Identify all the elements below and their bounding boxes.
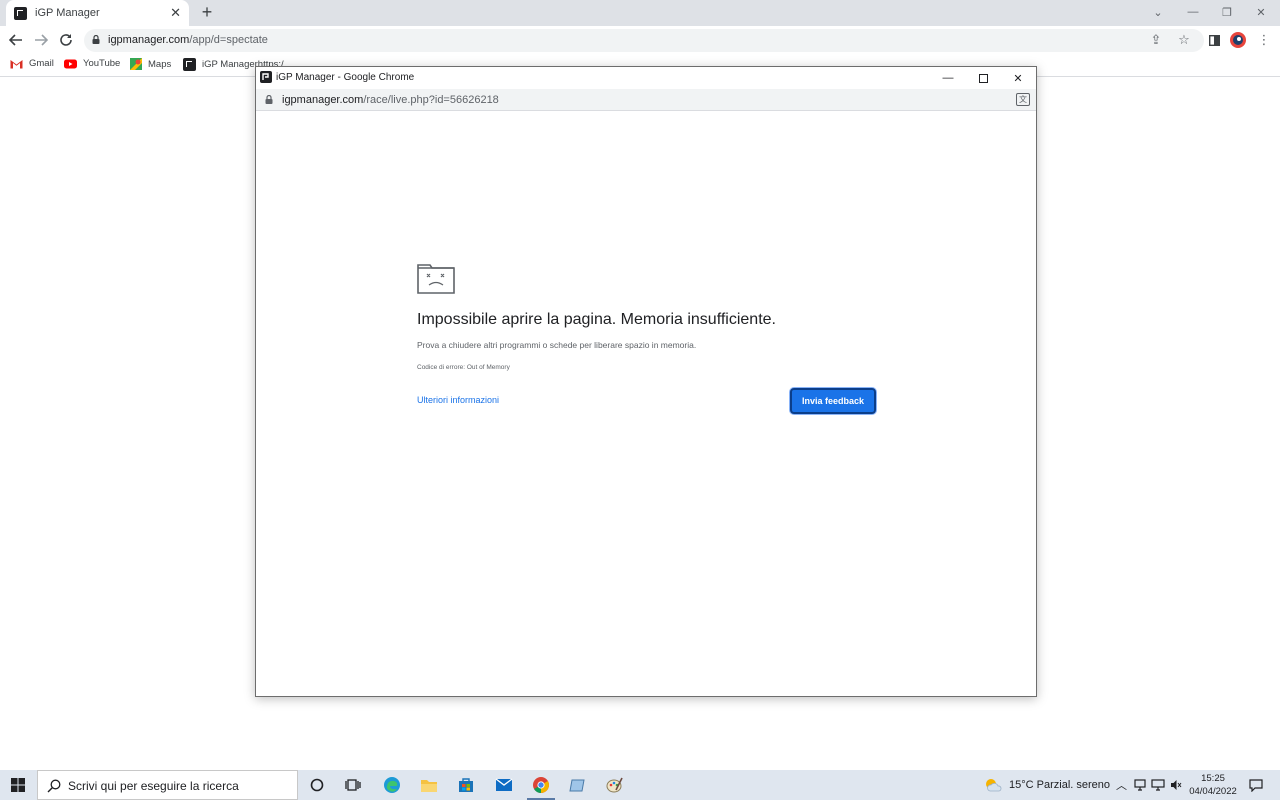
task-view-icon — [345, 779, 361, 791]
lock-icon — [92, 35, 100, 44]
address-url: igpmanager.com/app/d=spectate — [108, 34, 268, 46]
browser-toolbar: igpmanager.com/app/d=spectate ⇪ ☆ ⋮ — [0, 26, 1280, 54]
arrow-left-icon — [9, 34, 22, 46]
notepad-icon — [569, 779, 585, 792]
weather-widget[interactable]: 15°C Parzial. sereno — [984, 770, 1110, 800]
tab-close-icon[interactable]: ✕ — [170, 5, 181, 21]
search-placeholder: Scrivi qui per eseguire la ricerca — [68, 779, 239, 793]
youtube-icon — [64, 59, 77, 68]
paint-app[interactable] — [597, 770, 633, 800]
task-view-button[interactable] — [335, 770, 371, 800]
clock-time: 15:25 — [1201, 773, 1225, 784]
volume-muted-icon — [1171, 780, 1182, 790]
error-code: Codice di errore: Out of Memory — [417, 364, 510, 371]
clock-date: 04/04/2022 — [1189, 786, 1237, 797]
partly-sunny-icon — [986, 779, 1002, 792]
send-feedback-button[interactable]: Invia feedback — [790, 388, 876, 414]
minimize-button[interactable]: — — [1176, 0, 1210, 24]
notifications-button[interactable] — [1249, 770, 1263, 800]
popup-titlebar[interactable]: iGP Manager - Google Chrome — ✕ — [256, 67, 1036, 89]
bookmark-label: Gmail — [29, 58, 54, 69]
mail-icon — [495, 778, 513, 791]
reload-icon — [60, 34, 72, 46]
mail-app[interactable] — [486, 770, 522, 800]
restore-button[interactable]: ❐ — [1210, 0, 1244, 24]
chrome-icon — [533, 777, 549, 793]
chevron-up-icon: ︿ — [1116, 780, 1127, 792]
close-window-button[interactable]: ✕ — [1244, 0, 1278, 24]
new-tab-button[interactable]: + — [199, 2, 215, 22]
avatar-icon — [1230, 32, 1246, 48]
store-app[interactable] — [448, 770, 484, 800]
share-icon[interactable]: ⇪ — [1147, 31, 1165, 49]
browser-tab-igp[interactable]: iGP Manager ✕ — [6, 0, 189, 26]
maximize-icon — [978, 73, 988, 83]
profile-avatar[interactable] — [1229, 31, 1247, 49]
tab-title: iGP Manager — [35, 7, 100, 19]
taskbar-search-input[interactable]: Scrivi qui per eseguire la ricerca — [37, 770, 298, 800]
bookmark-maps[interactable]: Maps — [130, 58, 171, 70]
monitor-icon — [1134, 779, 1146, 791]
side-panel-icon[interactable] — [1205, 31, 1223, 49]
popup-close-button[interactable]: ✕ — [1003, 70, 1033, 86]
maps-icon — [130, 58, 142, 70]
show-hidden-icons-button[interactable]: ︿ — [1116, 770, 1127, 800]
back-button[interactable] — [6, 30, 26, 50]
store-icon — [459, 778, 473, 792]
translate-icon[interactable]: 文 — [1016, 93, 1030, 106]
popup-window: iGP Manager - Google Chrome — ✕ igpmanag… — [255, 66, 1037, 697]
taskbar-clock[interactable]: 15:25 04/04/2022 — [1187, 772, 1239, 798]
igp-favicon-icon — [14, 6, 27, 20]
windows-taskbar: Scrivi qui per eseguire la ricerca 15°C … — [0, 770, 1280, 800]
volume-button[interactable] — [1170, 770, 1182, 800]
popup-title: iGP Manager - Google Chrome — [276, 72, 415, 83]
popup-url: igpmanager.com/race/live.php?id=56626218 — [282, 94, 499, 106]
url-path: /app/d=spectate — [189, 34, 268, 46]
popup-minimize-button[interactable]: — — [933, 70, 963, 86]
bookmark-youtube[interactable]: YouTube — [64, 58, 120, 69]
edge-app[interactable] — [374, 770, 410, 800]
bookmark-star-icon[interactable]: ☆ — [1175, 31, 1193, 49]
notepad-app[interactable] — [560, 770, 596, 800]
cortana-icon — [310, 778, 324, 792]
error-description: Prova a chiudere altri programmi o sched… — [417, 340, 697, 350]
forward-button[interactable] — [31, 30, 51, 50]
edge-icon — [384, 777, 400, 793]
paint-icon — [606, 777, 623, 793]
popup-url-path: /race/live.php?id=56626218 — [363, 94, 499, 106]
more-info-link[interactable]: Ulteriori informazioni — [417, 395, 499, 405]
network-icon — [1151, 779, 1165, 791]
popup-maximize-button[interactable] — [968, 70, 998, 86]
sad-tab-icon — [417, 264, 455, 294]
popup-url-host: igpmanager.com — [282, 94, 364, 106]
reload-button[interactable] — [56, 30, 76, 50]
bookmark-gmail[interactable]: Gmail — [10, 58, 54, 69]
arrow-right-icon — [35, 34, 48, 46]
lock-icon — [265, 95, 273, 104]
url-host: igpmanager.com — [108, 34, 190, 46]
search-icon — [47, 779, 61, 793]
chrome-menu-icon[interactable]: ⋮ — [1255, 31, 1273, 49]
tab-strip: iGP Manager ✕ + ⌄ — ❐ ✕ — [0, 0, 1280, 26]
igp-favicon-icon — [260, 71, 272, 83]
gmail-icon — [10, 59, 23, 68]
bookmark-label: YouTube — [83, 58, 121, 69]
cortana-button[interactable] — [299, 770, 335, 800]
weather-text: 15°C Parzial. sereno — [1009, 779, 1111, 791]
meet-now-button[interactable] — [1134, 770, 1146, 800]
folder-icon — [421, 779, 437, 792]
start-button[interactable] — [0, 770, 36, 800]
popup-address-bar[interactable]: igpmanager.com/race/live.php?id=56626218… — [256, 89, 1036, 111]
file-explorer-app[interactable] — [411, 770, 447, 800]
network-button[interactable] — [1151, 770, 1165, 800]
notification-icon — [1249, 778, 1263, 792]
windows-logo-icon — [11, 778, 25, 792]
bookmark-label: Maps — [148, 58, 172, 70]
chrome-app[interactable] — [523, 770, 559, 800]
igp-icon — [183, 58, 196, 71]
error-title: Impossibile aprire la pagina. Memoria in… — [417, 311, 776, 328]
tab-search-button[interactable]: ⌄ — [1141, 0, 1175, 24]
side-panel-glyph — [1208, 34, 1220, 46]
address-bar[interactable]: igpmanager.com/app/d=spectate ⇪ ☆ — [84, 29, 1204, 52]
